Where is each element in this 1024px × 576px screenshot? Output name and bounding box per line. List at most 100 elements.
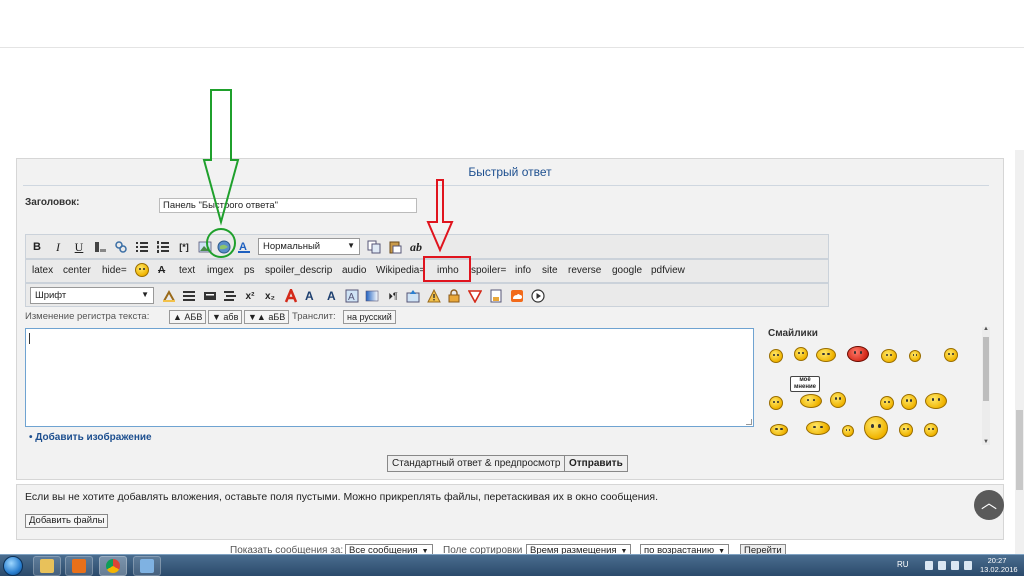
font-family-select[interactable]: Шрифт ▼ bbox=[30, 287, 154, 304]
outline-text-icon[interactable] bbox=[283, 288, 299, 304]
spellcheck-button[interactable]: ab bbox=[407, 239, 425, 255]
highlight-icon[interactable] bbox=[161, 288, 177, 304]
file-attach-icon[interactable] bbox=[488, 288, 504, 304]
devil-icon[interactable] bbox=[847, 346, 869, 362]
tag-button-wikipedia[interactable]: Wikipedia= bbox=[376, 265, 425, 276]
imho-sign-icon[interactable]: моё мнение bbox=[790, 376, 820, 392]
yawn-icon[interactable] bbox=[881, 349, 897, 363]
shadow-text-icon[interactable]: A bbox=[303, 288, 319, 304]
send-button[interactable]: Отправить bbox=[564, 455, 628, 472]
web-link-globe-icon[interactable] bbox=[216, 239, 232, 255]
bullet-list-icon[interactable] bbox=[134, 239, 150, 255]
tag-button-reverse[interactable]: reverse bbox=[568, 265, 601, 276]
link-icon[interactable] bbox=[113, 239, 129, 255]
list-item-icon[interactable]: [*] bbox=[176, 239, 192, 255]
message-textarea[interactable] bbox=[25, 328, 754, 427]
lock-icon[interactable] bbox=[446, 288, 462, 304]
upload-image-icon[interactable] bbox=[405, 288, 421, 304]
add-image-link[interactable]: • Добавить изображение bbox=[29, 432, 152, 443]
resize-grip-icon[interactable] bbox=[746, 419, 752, 425]
underline-button[interactable]: U bbox=[72, 239, 86, 255]
tag-button-hide[interactable]: hide= bbox=[102, 265, 127, 276]
glow-text-icon[interactable]: A bbox=[324, 288, 340, 304]
fishing-icon[interactable] bbox=[830, 392, 846, 408]
page-scrollbar[interactable] bbox=[1015, 150, 1024, 554]
warning-icon[interactable] bbox=[426, 288, 442, 304]
soundcloud-icon[interactable] bbox=[509, 288, 525, 304]
tag-button-latex[interactable]: latex bbox=[32, 265, 53, 276]
subscript-icon[interactable]: x₂ bbox=[262, 288, 278, 304]
gradient-icon[interactable] bbox=[364, 288, 380, 304]
tag-button-smiley[interactable] bbox=[135, 263, 149, 280]
taskbar-media-button[interactable] bbox=[65, 556, 93, 576]
tray-network-icon[interactable] bbox=[951, 561, 959, 570]
strikethrough-icon[interactable]: A bbox=[158, 265, 165, 276]
play-video-icon[interactable] bbox=[530, 288, 546, 304]
tag-button-spoiler-descrip[interactable]: spoiler_descrip bbox=[265, 265, 332, 276]
taskbar-chrome-button[interactable] bbox=[99, 556, 127, 576]
align-lines-icon[interactable] bbox=[222, 288, 238, 304]
uppercase-button[interactable]: ▲ АБВ bbox=[169, 310, 207, 324]
laugh-icon[interactable] bbox=[794, 347, 808, 361]
language-indicator[interactable]: RU bbox=[897, 560, 909, 569]
blur-text-icon[interactable]: A bbox=[344, 288, 360, 304]
sign-holder-icon[interactable] bbox=[800, 394, 822, 408]
scroll-down-icon[interactable]: ▼ bbox=[982, 439, 990, 445]
image-icon[interactable] bbox=[197, 239, 213, 255]
smile-icon[interactable] bbox=[769, 349, 783, 363]
crazy-icon[interactable] bbox=[806, 421, 830, 435]
tag-button-center[interactable]: center bbox=[63, 265, 91, 276]
confused-icon[interactable] bbox=[901, 394, 917, 410]
align-justify-icon[interactable] bbox=[181, 288, 197, 304]
page-scrollbar-thumb[interactable] bbox=[1016, 410, 1023, 490]
tray-windows-icon[interactable] bbox=[925, 561, 933, 570]
taskbar-network-button[interactable] bbox=[133, 556, 161, 576]
kiss-icon[interactable] bbox=[816, 348, 836, 362]
indent-block-icon[interactable] bbox=[202, 288, 218, 304]
numbered-list-icon[interactable] bbox=[155, 239, 171, 255]
text-color-icon[interactable]: A bbox=[236, 239, 252, 255]
tiny-smile-icon[interactable] bbox=[842, 425, 854, 437]
thinking-icon[interactable] bbox=[899, 423, 913, 437]
tag-button-google[interactable]: google bbox=[612, 265, 642, 276]
squint-icon[interactable] bbox=[770, 424, 788, 436]
preview-button[interactable]: Стандартный ответ & предпросмотр bbox=[387, 455, 566, 472]
smilies-scrollbar-thumb[interactable] bbox=[983, 337, 989, 401]
shout-icon[interactable] bbox=[944, 348, 958, 362]
lowercase-button[interactable]: ▼ абв bbox=[208, 310, 243, 324]
sad-icon[interactable] bbox=[924, 423, 938, 437]
wink-icon[interactable] bbox=[909, 350, 921, 362]
tag-button-pdfview[interactable]: pdfview bbox=[651, 265, 685, 276]
heart-icon[interactable] bbox=[925, 393, 947, 409]
tray-flag-icon[interactable] bbox=[938, 561, 946, 570]
grin-icon[interactable] bbox=[769, 396, 783, 410]
tag-button-audio[interactable]: audio bbox=[342, 265, 366, 276]
paste-icon[interactable] bbox=[387, 239, 403, 255]
scroll-up-icon[interactable]: ▲ bbox=[982, 326, 990, 332]
tag-button-imho[interactable]: imho bbox=[437, 265, 459, 276]
tag-button-spoiler[interactable]: spoiler= bbox=[471, 265, 506, 276]
font-size-select[interactable]: Нормальный ▼ bbox=[258, 238, 360, 255]
marquee-icon[interactable]: ⏵¶ bbox=[385, 288, 401, 304]
copy-icon[interactable] bbox=[366, 239, 382, 255]
scroll-to-top-button[interactable]: ︿ bbox=[974, 490, 1004, 520]
tag-button-info[interactable]: info bbox=[515, 265, 531, 276]
moderator-warning-icon[interactable] bbox=[467, 288, 483, 304]
tag-button-site[interactable]: site bbox=[542, 265, 558, 276]
add-files-button[interactable]: Добавить файлы bbox=[25, 514, 109, 528]
start-button[interactable] bbox=[3, 556, 23, 576]
italic-button[interactable]: I bbox=[51, 239, 65, 255]
tray-volume-icon[interactable] bbox=[964, 561, 972, 570]
invert-case-button[interactable]: ▼▲ аБВ bbox=[244, 310, 290, 324]
bold-button[interactable]: B bbox=[30, 239, 44, 255]
taskbar-explorer-button[interactable] bbox=[33, 556, 61, 576]
translit-button[interactable]: на русский bbox=[343, 310, 396, 324]
tag-button-text[interactable]: text bbox=[179, 265, 195, 276]
big-laugh-icon[interactable] bbox=[864, 416, 888, 440]
tag-button-ps[interactable]: ps bbox=[244, 265, 255, 276]
taskbar-clock[interactable]: 20:27 13.02.2016 bbox=[980, 556, 1018, 574]
surprised-icon[interactable] bbox=[880, 396, 894, 410]
subject-input[interactable]: Панель "Быстрого ответа" bbox=[159, 198, 417, 213]
tag-button-imgex[interactable]: imgex bbox=[207, 265, 234, 276]
remove-format-icon[interactable] bbox=[92, 239, 108, 255]
